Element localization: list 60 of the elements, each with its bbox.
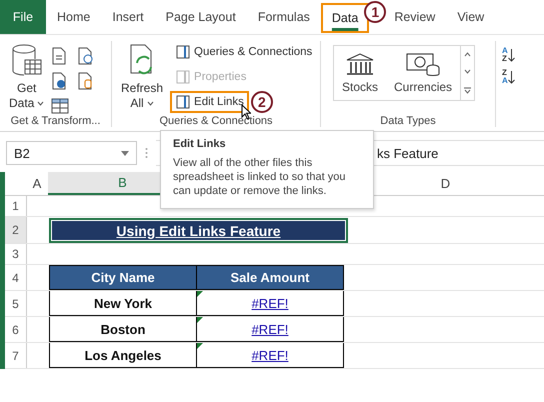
- row-header[interactable]: 1: [5, 196, 27, 216]
- more-icon: [464, 86, 472, 94]
- link[interactable]: #REF!: [252, 322, 288, 336]
- arrow-down-icon: [508, 70, 515, 84]
- money-coins-icon: [406, 52, 440, 78]
- chevron-up-icon: [464, 52, 472, 58]
- row-header[interactable]: 6: [5, 317, 27, 342]
- tooltip-title: Edit Links: [173, 138, 227, 150]
- ribbon-tab[interactable]: Page Layout: [154, 0, 247, 34]
- group-label: Data Types: [379, 115, 437, 127]
- data-type-button[interactable]: Stocks: [334, 46, 386, 100]
- refresh-all-button[interactable]: Refresh All: [118, 41, 166, 115]
- ribbon-tab[interactable]: Home: [46, 0, 102, 34]
- table-header-cell: Sale Amount: [196, 265, 344, 290]
- row-header[interactable]: 4: [5, 265, 27, 290]
- get-data-button[interactable]: Get Data: [6, 41, 48, 115]
- panel-icon: [175, 44, 192, 60]
- sort-button[interactable]: A Z: [502, 47, 515, 63]
- data-type-button[interactable]: Currencies: [386, 46, 460, 100]
- ribbon-tab[interactable]: Data: [320, 3, 370, 33]
- table-cell: Los Angeles: [49, 343, 197, 368]
- step-badge: 1: [364, 1, 386, 23]
- dropdown-arrow-icon: [121, 150, 129, 156]
- row-header[interactable]: 2: [5, 217, 27, 243]
- chevron-down-icon: [37, 101, 44, 106]
- text-file-icon[interactable]: [51, 47, 68, 65]
- name-box[interactable]: B2: [6, 141, 137, 165]
- row-header[interactable]: 3: [5, 244, 27, 264]
- chevron-down-icon: [464, 69, 472, 74]
- ribbon-tab[interactable]: Formulas: [246, 0, 321, 34]
- table-cell: New York: [49, 291, 197, 316]
- panel-icon: [175, 69, 192, 85]
- sort-button[interactable]: Z A: [502, 69, 515, 85]
- link[interactable]: #REF!: [252, 348, 288, 362]
- file-tab[interactable]: File: [0, 0, 46, 34]
- database-file-icon[interactable]: [77, 72, 94, 90]
- bank-icon: [345, 52, 375, 78]
- title-cell: Using Edit Links Feature: [49, 218, 348, 243]
- group-label: Queries & Connections: [158, 115, 274, 127]
- chevron-down-icon: [146, 101, 154, 106]
- clock-file-icon[interactable]: [77, 47, 94, 65]
- table-cell: Boston: [49, 317, 197, 342]
- table-icon[interactable]: [51, 98, 70, 114]
- row-header[interactable]: 5: [5, 291, 27, 316]
- error-indicator-icon: [197, 343, 203, 349]
- link[interactable]: #REF!: [252, 296, 288, 310]
- ribbon-tab[interactable]: Insert: [101, 0, 155, 34]
- group-label: Get & Transform...: [10, 115, 102, 127]
- table-header-cell: City Name: [49, 265, 197, 290]
- error-indicator-icon: [197, 317, 203, 323]
- panel-icon: [175, 94, 192, 110]
- step-badge: 2: [250, 91, 273, 113]
- web-file-icon[interactable]: [51, 72, 68, 90]
- column-header[interactable]: A: [26, 172, 48, 195]
- arrow-down-icon: [508, 48, 515, 62]
- grip-icon: [145, 147, 148, 159]
- ribbon-button[interactable]: Queries & Connections: [170, 41, 318, 63]
- ribbon-button[interactable]: Edit Links: [170, 91, 249, 113]
- row-header[interactable]: 7: [5, 343, 27, 368]
- ribbon-tab[interactable]: View: [446, 0, 496, 34]
